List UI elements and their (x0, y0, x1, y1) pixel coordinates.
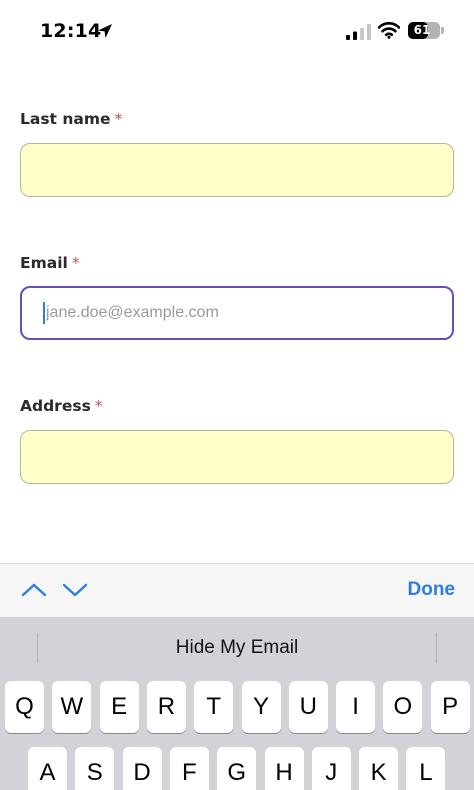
required-mark: * (94, 397, 103, 415)
address-label-text: Address (20, 397, 91, 415)
chevron-down-icon[interactable] (61, 578, 89, 602)
key-a[interactable]: A (28, 747, 67, 790)
hide-my-email-suggestion[interactable]: Hide My Email (38, 617, 436, 679)
key-d[interactable]: D (122, 747, 162, 790)
key-t[interactable]: T (194, 681, 234, 733)
suggestion-divider (436, 633, 437, 663)
keyboard-row-2: ASDFGHJKL (0, 747, 474, 790)
status-bar: 12:14 61 (0, 0, 474, 62)
key-r[interactable]: R (146, 681, 186, 733)
required-mark: * (71, 254, 80, 272)
key-k[interactable]: K (359, 747, 399, 790)
required-mark: * (114, 110, 123, 128)
done-button[interactable]: Done (408, 579, 456, 601)
text-caret (43, 302, 45, 324)
keyboard-accessory-bar: Done (0, 563, 474, 617)
status-time: 12:14 (40, 20, 102, 42)
last-name-input[interactable] (20, 143, 454, 197)
key-q[interactable]: Q (5, 681, 44, 733)
key-y[interactable]: Y (241, 681, 281, 733)
key-p[interactable]: P (430, 681, 470, 733)
email-label: Email * (20, 254, 80, 272)
last-name-label-text: Last name (20, 110, 111, 128)
battery-nub (441, 27, 444, 34)
key-e[interactable]: E (99, 681, 139, 733)
key-s[interactable]: S (75, 747, 115, 790)
address-label: Address * (20, 397, 103, 415)
key-j[interactable]: J (311, 747, 351, 790)
location-arrow-icon (98, 24, 112, 38)
email-label-text: Email (20, 254, 68, 272)
key-o[interactable]: O (383, 681, 423, 733)
key-w[interactable]: W (52, 681, 92, 733)
key-g[interactable]: G (217, 747, 257, 790)
battery-percentage: 61 (413, 23, 431, 37)
address-input[interactable] (20, 430, 454, 484)
keyboard: Hide My Email QWERTYUIOP ASDFGHJKL (0, 617, 474, 790)
key-f[interactable]: F (169, 747, 209, 790)
battery-indicator: 61 (408, 22, 440, 39)
key-h[interactable]: H (264, 747, 304, 790)
chevron-up-icon[interactable] (20, 578, 48, 602)
key-u[interactable]: U (288, 681, 328, 733)
email-input[interactable] (20, 286, 454, 340)
key-l[interactable]: L (406, 747, 446, 790)
wifi-icon (378, 22, 400, 39)
keyboard-row-1: QWERTYUIOP (0, 681, 474, 733)
key-i[interactable]: I (336, 681, 376, 733)
last-name-label: Last name * (20, 110, 122, 128)
cellular-signal-icon (346, 24, 371, 40)
suggestion-bar: Hide My Email (0, 617, 474, 679)
